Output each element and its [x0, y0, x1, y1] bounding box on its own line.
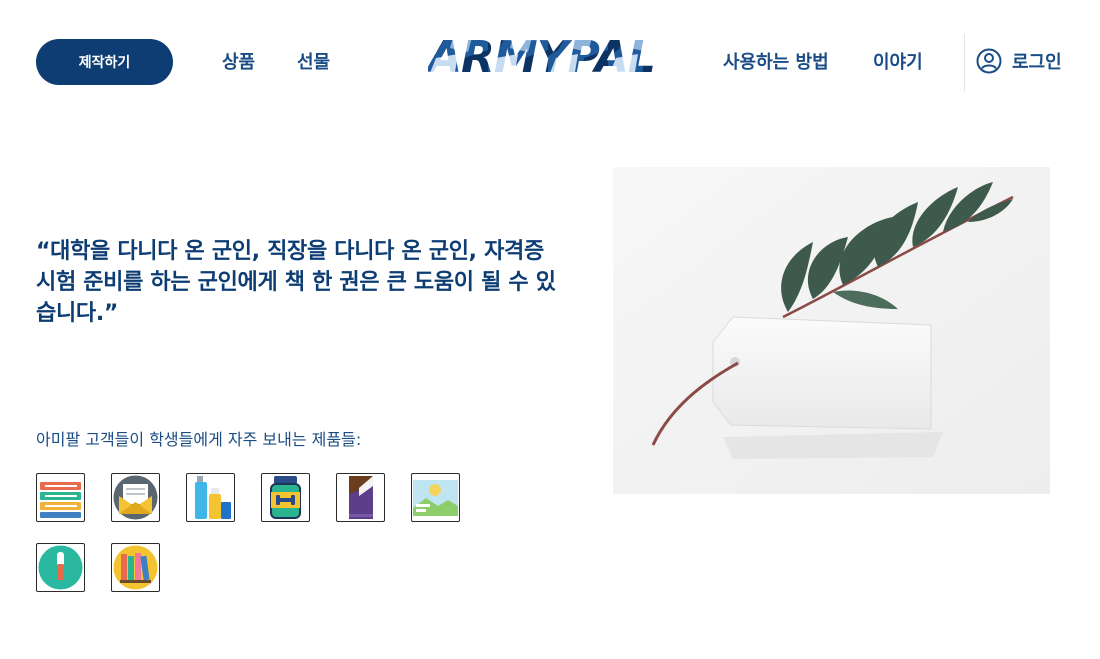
svg-text:ARMYPAL: ARMYPAL	[428, 32, 654, 78]
chocolate-bar-icon[interactable]	[336, 473, 385, 522]
nav-link-gifts[interactable]: 선물	[297, 48, 330, 74]
login-label: 로그인	[1012, 52, 1062, 73]
toiletries-icon[interactable]	[186, 473, 235, 522]
books-stack-icon[interactable]	[36, 473, 85, 522]
supplement-jar-icon[interactable]	[261, 473, 310, 522]
quote-line: 시험 준비를 하는 군인에게 책 한 권은 큰 도움이 될 수 있	[36, 270, 556, 295]
armypal-logo[interactable]: ARMYPAL	[428, 30, 654, 78]
lip-balm-icon[interactable]	[36, 543, 85, 592]
nav-link-products[interactable]: 상품	[222, 48, 255, 74]
gift-tag-branch-image	[613, 167, 1050, 494]
letter-envelope-icon[interactable]	[111, 473, 160, 522]
bookshelf-icon[interactable]	[111, 543, 160, 592]
create-button[interactable]: 제작하기	[36, 39, 173, 85]
quote-line: 습니다.”	[36, 301, 119, 326]
hero-image	[613, 167, 1050, 494]
user-circle-icon	[976, 48, 1002, 74]
nav-link-how-to-use[interactable]: 사용하는 방법	[723, 48, 829, 74]
landscape-photo-icon[interactable]	[411, 473, 460, 522]
nav-link-stories[interactable]: 이야기	[873, 48, 923, 74]
login-button[interactable]: 로그인	[976, 48, 1062, 74]
site-header: 제작하기 상품 선물 ARMYPAL 사용하는 방법 이야기 로그인	[0, 0, 1100, 124]
testimonial-quote: “대학을 다니다 온 군인, 직장을 다니다 온 군인, 자격증 시험 준비를 …	[36, 236, 596, 329]
header-divider	[964, 34, 965, 92]
quote-line: “대학을 다니다 온 군인, 직장을 다니다 온 군인, 자격증	[36, 239, 544, 264]
products-subtitle: 아미팔 고객들이 학생들에게 자주 보내는 제품들:	[36, 430, 362, 449]
